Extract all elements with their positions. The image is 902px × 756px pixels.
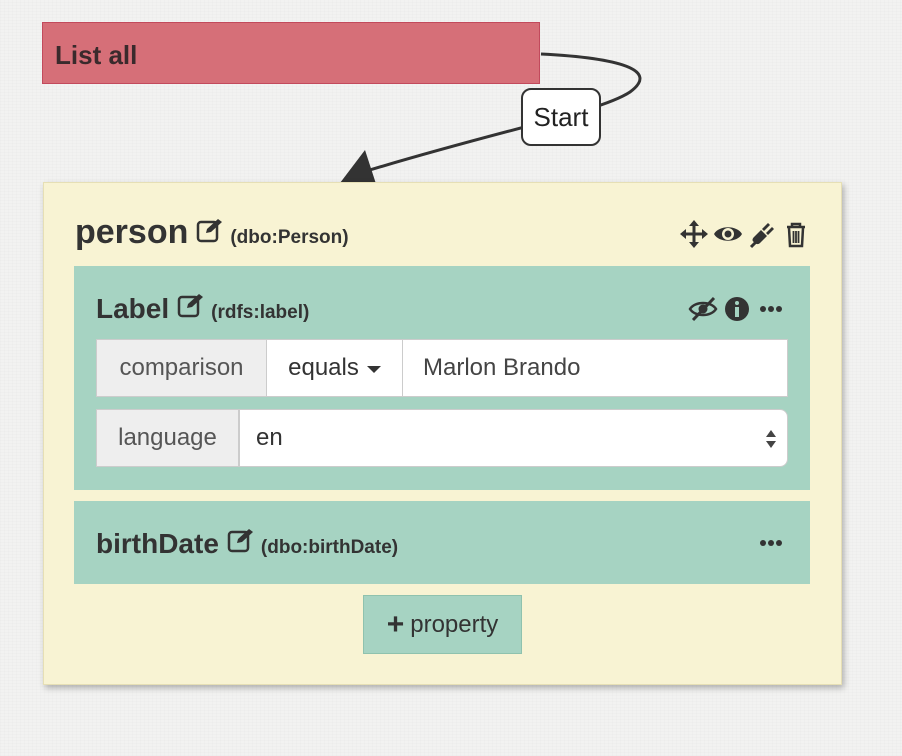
entity-toolbar [679, 219, 811, 249]
add-property-label: property [410, 610, 499, 638]
property-title[interactable]: birthDate [96, 528, 219, 560]
query-start-node[interactable]: List all [42, 22, 540, 84]
entity-uri: (dbo:Person) [230, 227, 349, 248]
property-header: birthDate (dbo:birthDate) [96, 527, 398, 560]
eye-icon[interactable] [713, 219, 743, 249]
property-card-birthdate: birthDate (dbo:birthDate) [74, 501, 810, 584]
comparison-row: comparison equals Marlon Brando [96, 339, 788, 397]
edit-icon[interactable] [227, 527, 255, 553]
caret-down-icon [366, 366, 381, 373]
property-header: Label (rdfs:label) [96, 292, 309, 325]
property-uri: (rdfs:label) [211, 302, 310, 323]
start-edge-label: Start [521, 88, 601, 146]
edit-icon[interactable] [177, 292, 205, 318]
info-icon[interactable] [722, 294, 752, 324]
entity-header: person (dbo:Person) [75, 213, 349, 252]
language-select[interactable]: en [239, 409, 788, 467]
move-icon[interactable] [679, 219, 709, 249]
comparison-value-input[interactable]: Marlon Brando [403, 339, 788, 397]
eye-slash-icon[interactable] [688, 294, 718, 324]
trash-icon[interactable] [781, 219, 811, 249]
property-uri: (dbo:birthDate) [260, 537, 399, 558]
query-title: List all [55, 40, 138, 70]
entity-card-person: person (dbo:Person) Label (rdfs:label) c… [43, 182, 842, 685]
language-label: language [96, 409, 239, 467]
ellipsis-icon[interactable] [756, 294, 786, 324]
ellipsis-icon[interactable] [756, 528, 786, 558]
comparison-label: comparison [96, 339, 267, 397]
language-value: en [256, 424, 283, 451]
language-row: language en [96, 409, 788, 467]
entity-title[interactable]: person [75, 213, 188, 252]
add-property-button[interactable]: + property [363, 595, 522, 654]
plus-icon: + [386, 607, 405, 641]
property-toolbar [756, 528, 786, 558]
operator-value: equals [288, 354, 359, 381]
property-card-label: Label (rdfs:label) comparison equals Mar… [74, 266, 810, 490]
property-title[interactable]: Label [96, 293, 169, 325]
operator-dropdown[interactable]: equals [267, 339, 403, 397]
plug-icon[interactable] [747, 219, 777, 249]
property-toolbar [688, 294, 786, 324]
edit-icon[interactable] [196, 217, 224, 243]
select-arrows-icon [766, 430, 776, 448]
